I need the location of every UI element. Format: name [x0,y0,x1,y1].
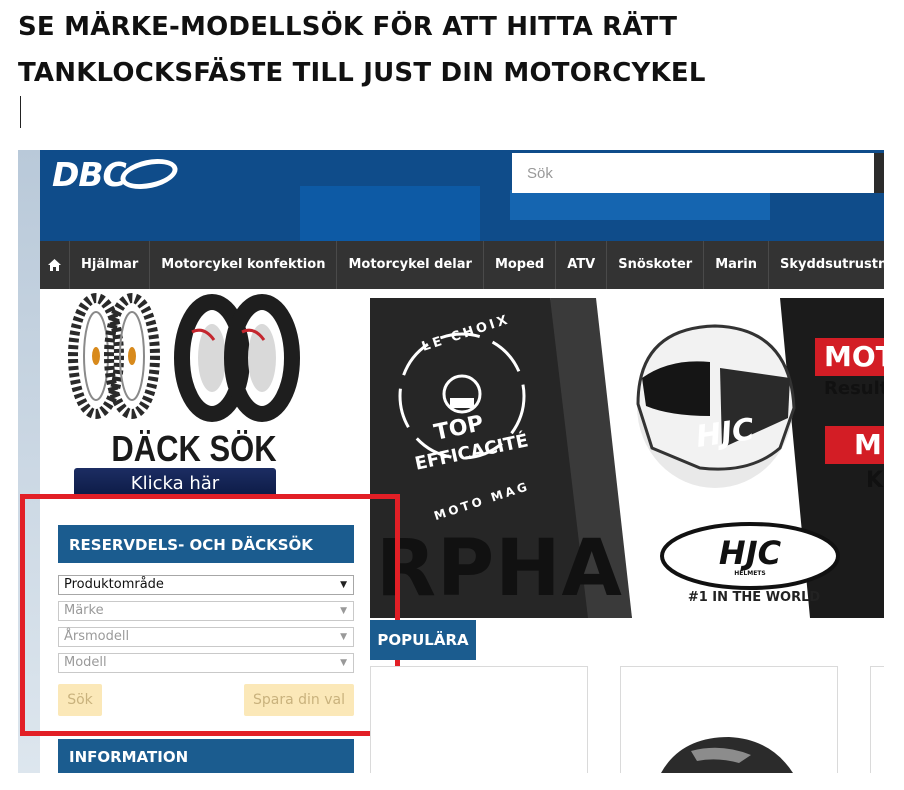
side-text-2: Result: [824,378,884,399]
highlight-frame [20,494,400,736]
tab-popular[interactable]: POPULÄRA [370,620,476,660]
nav-item-delar[interactable]: Motorcykel delar [337,241,484,289]
hjc-logo-sub: HELMETS [734,570,766,577]
heading-line-1: SE MÄRKE-MODELLSÖK FÖR ATT HITTA RÄTT [18,12,678,42]
product-card[interactable] [870,666,884,773]
banner-tagline: #1 IN THE WORLD [687,590,821,605]
nav-item-hjalmar[interactable]: Hjälmar [70,241,151,289]
text-cursor [20,96,21,128]
search-input[interactable] [512,153,874,193]
website-screenshot: DBC Hjälmar Motorcykel konfektion Motorc… [18,150,884,773]
heading-line-2: TANKLOCKSFÄSTE TILL JUST DIN MOTORCYKEL [18,50,706,128]
nav-item-konfektion[interactable]: Motorcykel konfektion [150,241,338,289]
tire-search-title: DÄCK SÖK [111,428,277,469]
header-decoration [510,190,770,220]
heading-line-2-text: TANKLOCKSFÄSTE TILL JUST DIN MOTORCYKEL [18,58,706,88]
hero-banner[interactable]: LE CHOIX TOP EFFICACITÉ MOTO MAG RPHA HJ… [370,298,884,618]
side-text-3: M [854,428,882,461]
site-logo[interactable]: DBC [52,154,181,194]
nav-item-snoskoter[interactable]: Snöskoter [607,241,705,289]
tires-image [68,293,300,422]
product-card[interactable] [620,666,838,773]
side-text-4: K [866,468,884,493]
page-heading: SE MÄRKE-MODELLSÖK FÖR ATT HITTA RÄTT TA… [18,4,706,128]
nav-item-atv[interactable]: ATV [556,241,608,289]
logo-text: DBC [52,154,127,194]
main-nav: Hjälmar Motorcykel konfektion Motorcykel… [40,241,884,289]
header-decoration [300,186,480,241]
home-icon [48,259,61,271]
nav-item-marin[interactable]: Marin [704,241,770,289]
hjc-logo-text: HJC [718,534,782,572]
search-button[interactable] [874,153,884,193]
banner-big-text: RPHA [376,524,623,614]
helmet-thumbnail [661,737,793,773]
tire-search-promo[interactable]: DÄCK SÖK Klicka här [46,290,346,502]
logo-ring-icon [117,154,181,194]
site-header: DBC [40,150,884,241]
information-header[interactable]: INFORMATION [58,739,354,773]
product-card[interactable] [370,666,588,773]
side-text-1: MOT [824,340,884,373]
nav-home[interactable] [40,241,70,289]
nav-item-skyddsutrustning[interactable]: Skyddsutrustning [769,241,884,289]
nav-item-moped[interactable]: Moped [484,241,557,289]
